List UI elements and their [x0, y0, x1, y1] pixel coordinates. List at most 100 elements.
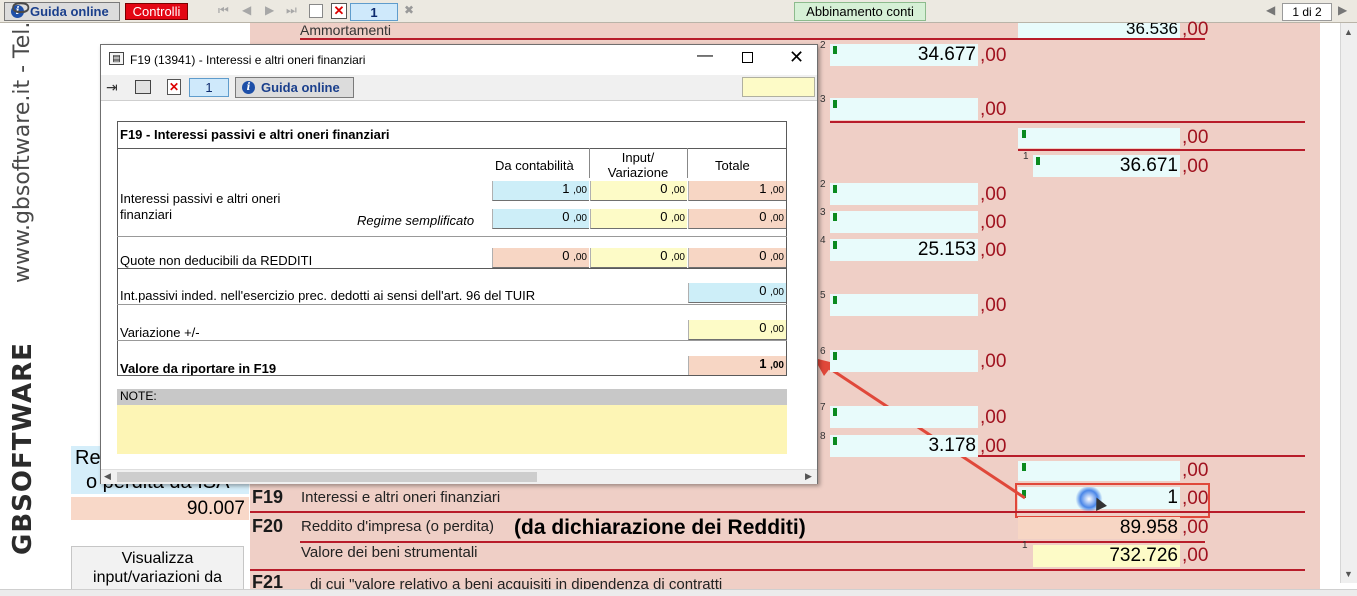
amount-cell[interactable] [830, 211, 978, 233]
row6-value: 1 ,00 [688, 356, 786, 376]
beni-value[interactable]: 732.726 [1033, 545, 1180, 567]
divider [117, 236, 787, 237]
printer-icon[interactable] [135, 80, 151, 94]
row4-value[interactable]: 0 ,00 [688, 283, 786, 303]
row3-input[interactable]: 0 ,00 [590, 248, 687, 268]
marker-icon [833, 352, 837, 360]
amount-dec: ,00 [980, 99, 1007, 120]
marker-icon [1022, 130, 1026, 138]
brand-logo: GBSOFTWARE [8, 342, 38, 555]
divider [687, 148, 688, 178]
scroll-right-icon[interactable]: ▶ [805, 471, 812, 482]
amount-cell[interactable]: 25.153 [830, 239, 978, 261]
brand-strip: www.gbsoftware.it - Tel. 0 GBSOFTWARE [0, 1, 48, 596]
amount-cell[interactable] [830, 183, 978, 205]
row2-contabilita[interactable]: 0 ,00 [492, 209, 589, 229]
divider [250, 511, 1305, 513]
f20-note: (da dichiarazione dei Redditi) [514, 516, 806, 539]
row-number: 4 [820, 235, 826, 246]
page-of-value: 1 di 2 [1292, 5, 1322, 19]
f18-dec: ,00 [1182, 460, 1209, 481]
page-number-field[interactable]: 1 [350, 3, 398, 21]
row1-contabilita[interactable]: 1 ,00 [492, 181, 589, 201]
row-number: 7 [820, 402, 826, 413]
row1-totale: 1 ,00 [688, 181, 786, 201]
dialog-guida-button[interactable]: i Guida online [235, 77, 354, 98]
beni-num: 1 [1022, 540, 1028, 551]
annotation-arrow [814, 358, 1026, 500]
maximize-icon[interactable] [742, 52, 753, 63]
amount-cell[interactable]: 36.671 [1033, 155, 1180, 177]
divider [1018, 149, 1305, 151]
amount-cell[interactable]: 3.178 [830, 435, 978, 457]
ammortamenti-value[interactable]: 36.536 [1018, 23, 1180, 38]
row-number: 2 [820, 40, 826, 51]
window-icon: ▤ [109, 52, 124, 65]
website-text: www.gbsoftware.it - Tel. 0 [10, 0, 35, 283]
visualizza-line2: input/variazioni da [93, 569, 222, 586]
close-icon[interactable]: ✕ [789, 47, 804, 68]
prev-page-icon[interactable]: ◀ [242, 3, 251, 17]
col-contabilita: Da contabilità [495, 158, 574, 173]
row2-label: Regime semplificato [357, 213, 475, 228]
row5-value[interactable]: 0 ,00 [688, 320, 786, 340]
last-page-icon[interactable]: ⏭ [286, 3, 297, 18]
divider [786, 121, 787, 375]
scroll-down-icon[interactable]: ▼ [1344, 569, 1353, 579]
prev-page-arrow-icon[interactable]: ◀ [1266, 3, 1275, 17]
minimize-icon[interactable]: — [697, 47, 713, 65]
divider [589, 148, 590, 178]
first-page-icon[interactable]: ⏮ [218, 3, 229, 18]
page-of-indicator: 1 di 2 [1282, 3, 1332, 21]
row2-input[interactable]: 0 ,00 [590, 209, 687, 229]
amount-cell[interactable] [830, 294, 978, 316]
row-number: 3 [820, 207, 826, 218]
delete-page-icon[interactable]: ✕ [331, 3, 347, 19]
col-input-line2: Variazione [607, 165, 669, 180]
vertical-scrollbar[interactable]: ▲ ▼ [1340, 23, 1357, 583]
scroll-left-icon[interactable]: ◀ [104, 471, 111, 482]
dialog-page-field[interactable]: 1 [189, 78, 229, 97]
amount-dec: ,00 [980, 351, 1007, 372]
abbinamento-conti-button[interactable]: Abbinamento conti [794, 2, 926, 21]
delete-icon[interactable]: ✕ [167, 79, 181, 95]
divider [300, 38, 1205, 40]
exit-icon[interactable]: ⇥ [106, 79, 118, 96]
amount-dec: ,00 [980, 407, 1007, 428]
divider [117, 268, 787, 269]
divider [300, 541, 1205, 543]
abbinamento-conti-label: Abbinamento conti [806, 4, 914, 19]
amount-dec: ,00 [980, 212, 1007, 233]
marker-icon [833, 46, 837, 54]
right-row-empty[interactable] [1018, 128, 1180, 148]
divider [117, 304, 787, 305]
amount-dec: ,00 [980, 436, 1007, 457]
next-page-icon[interactable]: ▶ [265, 3, 274, 17]
dialog-yellow-field[interactable] [742, 77, 815, 97]
f18-value-cell[interactable] [1018, 461, 1180, 481]
right-row-dec: ,00 [1182, 127, 1209, 148]
f19-label: Interessi e altri oneri finanziari [301, 489, 501, 506]
note-area[interactable] [117, 389, 787, 454]
next-page-arrow-icon[interactable]: ▶ [1338, 3, 1347, 17]
amount-cell[interactable]: 34.677 [830, 44, 978, 66]
marker-icon [833, 296, 837, 304]
scroll-thumb[interactable] [117, 472, 537, 482]
amount-dec: ,00 [1182, 156, 1209, 177]
row3-totale: 0 ,00 [688, 248, 786, 268]
col-totale: Totale [715, 158, 750, 173]
scroll-up-icon[interactable]: ▲ [1344, 27, 1353, 37]
row-number: 3 [820, 94, 826, 105]
dialog-horizontal-scrollbar[interactable]: ◀ ▶ [101, 469, 817, 484]
dialog-form: F19 - Interessi passivi e altri oneri fi… [117, 121, 787, 454]
amount-cell[interactable] [830, 406, 978, 428]
amount-cell[interactable] [830, 98, 978, 120]
amount-dec: ,00 [980, 45, 1007, 66]
clear-icon[interactable]: ✖ [404, 3, 414, 17]
dialog-page-value: 1 [205, 80, 213, 95]
dialog-toolbar: ⇥ ✕ 1 i Guida online [101, 75, 817, 101]
row1-input[interactable]: 0 ,00 [590, 181, 687, 201]
controlli-button[interactable]: Controlli [125, 3, 188, 20]
amount-cell[interactable] [830, 350, 978, 372]
copy-page-icon[interactable] [309, 4, 323, 18]
